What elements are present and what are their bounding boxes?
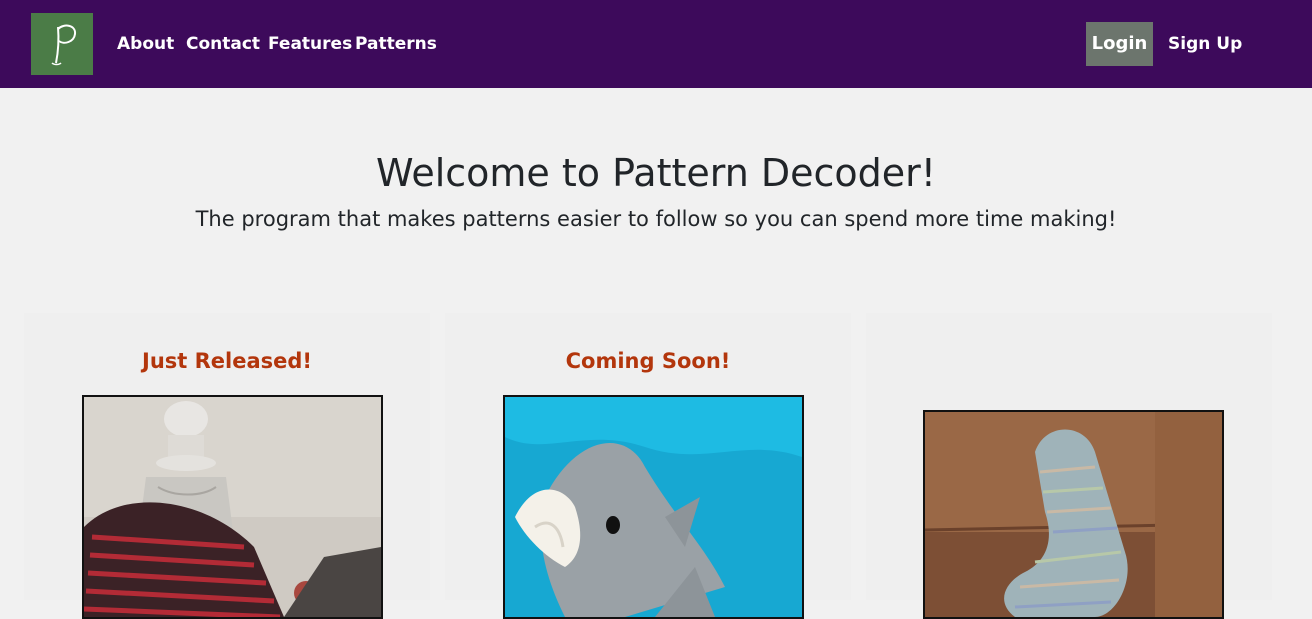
nav-link-patterns[interactable]: Patterns: [355, 33, 437, 55]
page-subtitle: The program that makes patterns easier t…: [195, 207, 1117, 231]
card-heading: Just Released!: [142, 349, 312, 373]
navbar: About Contact Features Patterns Login Si…: [0, 0, 1312, 88]
pattern-card-socks: [866, 313, 1272, 619]
knitted-cowl-image[interactable]: [82, 395, 383, 619]
knitted-shark-image[interactable]: [503, 395, 804, 619]
nav-link-about[interactable]: About: [117, 33, 174, 55]
script-p-logo-icon: [51, 24, 77, 66]
page-title: Welcome to Pattern Decoder!: [375, 151, 937, 195]
nav-link-contact[interactable]: Contact: [186, 33, 260, 55]
knitted-sock-image[interactable]: [923, 410, 1224, 619]
card-heading: Coming Soon!: [565, 349, 731, 373]
logo[interactable]: [31, 13, 93, 75]
pattern-card-coming-soon: Coming Soon!: [445, 313, 851, 619]
nav-link-features[interactable]: Features: [268, 33, 352, 55]
login-button[interactable]: Login: [1086, 22, 1153, 66]
pattern-card-just-released: Just Released!: [24, 313, 430, 619]
signup-link[interactable]: Sign Up: [1168, 33, 1242, 55]
